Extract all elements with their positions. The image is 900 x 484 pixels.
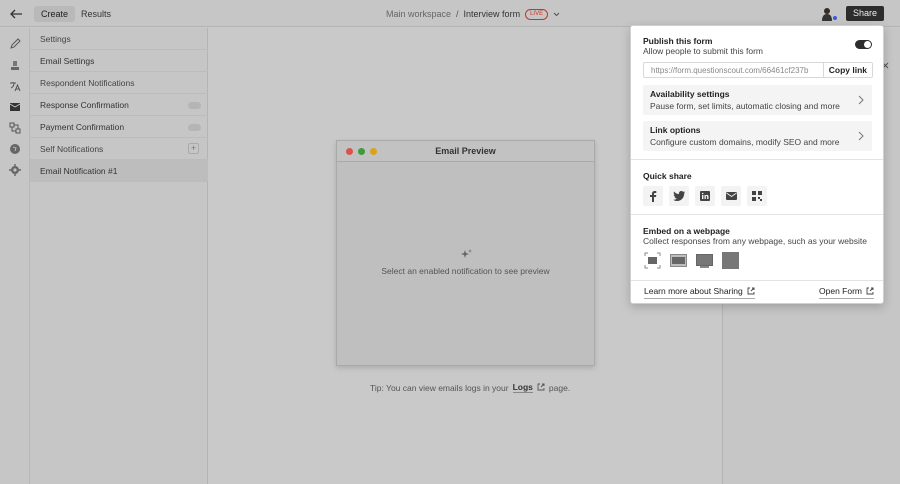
form-link-field[interactable]: https://form.questionscout.com/66461cf23… [643, 62, 873, 78]
link-options-description: Configure custom domains, modify SEO and… [650, 137, 840, 147]
open-form-link[interactable]: Open Form [819, 286, 874, 299]
embed-popup-icon[interactable] [670, 252, 687, 269]
gear-icon[interactable] [9, 164, 21, 176]
settings-heading: Settings [30, 28, 208, 50]
edit-icon[interactable] [9, 38, 21, 50]
form-url: https://form.questionscout.com/66461cf23… [651, 66, 809, 75]
mail-icon[interactable] [9, 101, 21, 113]
availability-settings-card[interactable]: Availability settings Pause form, set li… [643, 85, 872, 115]
learn-more-label: Learn more about Sharing [644, 286, 743, 296]
settings-item-response-confirmation[interactable]: Response Confirmation [30, 94, 208, 116]
logs-link[interactable]: Logs [512, 382, 533, 393]
share-popover: Publish this form Allow people to submit… [630, 25, 884, 304]
settings-item-label: Email Settings [40, 56, 95, 66]
facebook-icon[interactable] [643, 186, 663, 206]
section-label: Self Notifications [40, 144, 104, 154]
preview-empty-message: Select an enabled notification to see pr… [381, 266, 550, 276]
translate-icon[interactable] [9, 80, 21, 92]
external-link-icon[interactable] [537, 383, 545, 393]
avatar[interactable] [822, 7, 837, 21]
learn-more-sharing-link[interactable]: Learn more about Sharing [644, 286, 755, 299]
twitter-icon[interactable] [669, 186, 689, 206]
external-link-icon [747, 287, 755, 295]
embed-slider-icon[interactable] [696, 252, 713, 269]
preview-titlebar: Email Preview [337, 141, 594, 162]
response-confirmation-toggle[interactable] [188, 102, 201, 109]
settings-item-label: Response Confirmation [40, 100, 129, 110]
availability-description: Pause form, set limits, automatic closin… [650, 101, 840, 111]
link-options-card[interactable]: Link options Configure custom domains, m… [643, 121, 872, 151]
settings-item-label: Email Notification #1 [40, 166, 118, 176]
add-notification-button[interactable]: + [188, 143, 199, 154]
settings-item-email-settings[interactable]: Email Settings [30, 50, 208, 72]
toggle-knob [864, 41, 871, 48]
email-icon[interactable] [721, 186, 741, 206]
chevron-down-icon[interactable] [553, 9, 560, 19]
top-bar: Create Results Main workspace / Intervie… [0, 0, 900, 27]
presence-dot [833, 16, 837, 20]
copy-link-button[interactable]: Copy link [822, 63, 872, 77]
preview-title: Email Preview [435, 146, 496, 156]
quick-share-title: Quick share [643, 171, 692, 181]
settings-item-label: Payment Confirmation [40, 122, 125, 132]
embed-standard-icon[interactable] [644, 252, 661, 269]
section-self-notifications: Self Notifications + [30, 138, 208, 160]
left-rail [0, 28, 30, 484]
status-badge: LIVE [525, 8, 549, 20]
tip-prefix: Tip: You can view emails logs in your [370, 382, 509, 393]
section-respondent-notifications: Respondent Notifications [30, 72, 208, 94]
back-arrow-icon[interactable] [8, 6, 24, 22]
globe-icon[interactable] [9, 143, 21, 155]
breadcrumb-separator: / [456, 9, 459, 19]
link-options-title: Link options [650, 125, 701, 135]
payment-confirmation-toggle[interactable] [188, 124, 201, 131]
availability-title: Availability settings [650, 89, 730, 99]
divider [631, 214, 883, 215]
layers-icon[interactable] [9, 59, 21, 71]
tab-results[interactable]: Results [74, 6, 118, 22]
settings-item-payment-confirmation[interactable]: Payment Confirmation [30, 116, 208, 138]
logs-tip: Tip: You can view emails logs in your Lo… [370, 382, 570, 393]
divider [631, 159, 883, 160]
embed-title: Embed on a webpage [643, 226, 730, 236]
chevron-right-icon [858, 95, 864, 105]
settings-panel: Settings Email Settings Respondent Notif… [30, 28, 208, 484]
publish-toggle[interactable] [855, 40, 872, 49]
integrations-icon[interactable] [9, 122, 21, 134]
email-preview-window: Email Preview Select an enabled notifica… [336, 140, 595, 366]
qr-code-icon[interactable] [747, 186, 767, 206]
embed-fullpage-icon[interactable] [722, 252, 739, 269]
publish-title: Publish this form [643, 36, 713, 46]
breadcrumb-workspace[interactable]: Main workspace [386, 9, 451, 19]
external-link-icon [866, 287, 874, 295]
share-button[interactable]: Share [846, 6, 884, 21]
chevron-right-icon [858, 131, 864, 141]
publish-description: Allow people to submit this form [643, 46, 763, 56]
tab-create[interactable]: Create [34, 6, 76, 22]
breadcrumb: Main workspace / Interview form LIVE [386, 7, 560, 21]
open-form-label: Open Form [819, 286, 862, 296]
tip-suffix: page. [548, 382, 571, 393]
embed-description: Collect responses from any webpage, such… [643, 236, 867, 246]
sparkle-icon [460, 249, 472, 261]
linkedin-icon[interactable] [695, 186, 715, 206]
settings-item-email-notification[interactable]: Email Notification #1 [30, 160, 208, 182]
breadcrumb-form-name[interactable]: Interview form [464, 9, 521, 19]
divider [631, 280, 883, 281]
